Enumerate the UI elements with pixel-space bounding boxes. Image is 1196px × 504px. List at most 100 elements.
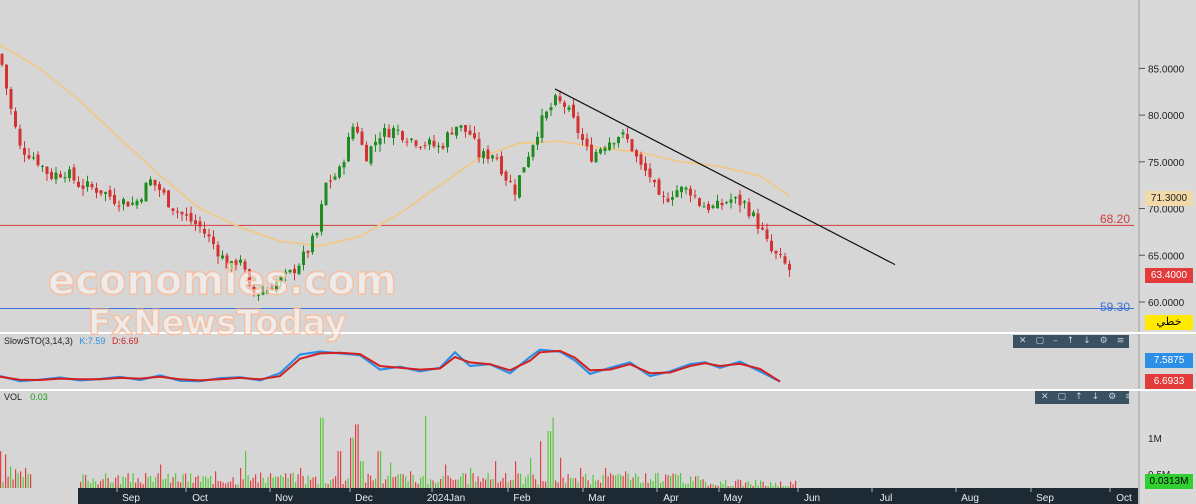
volume-name: VOL	[4, 392, 22, 402]
volume-bar	[635, 473, 637, 488]
volume-bar	[252, 477, 254, 488]
candle-body	[266, 289, 269, 295]
volume-bar	[447, 475, 449, 488]
more-icon[interactable]: ≡	[1125, 391, 1133, 404]
volume-bar	[147, 476, 149, 488]
candle-body	[446, 132, 449, 148]
candle-body	[216, 244, 220, 257]
volume-bar	[105, 473, 107, 488]
volume-bar	[240, 467, 242, 488]
volume-bar	[570, 477, 572, 488]
volume-bar	[735, 480, 737, 488]
volume-bar	[655, 473, 657, 488]
volume-bar	[732, 485, 734, 488]
volume-bar	[307, 475, 309, 488]
candle-body	[585, 138, 589, 147]
volume-bar	[505, 473, 507, 488]
volume-bar	[95, 481, 97, 488]
settings-icon[interactable]: ⚙	[1100, 335, 1108, 348]
x-tick-label: Sep	[122, 493, 140, 504]
close-icon[interactable]: ✕	[1041, 391, 1049, 404]
candle-body	[81, 185, 85, 189]
volume-bar	[157, 473, 159, 488]
volume-bar	[160, 464, 162, 488]
volume-bar	[427, 483, 429, 488]
x-tick-label: Jun	[804, 493, 820, 504]
chart-type-tag[interactable]: خطي	[1145, 315, 1193, 330]
volume-bar	[682, 482, 684, 488]
volume-bar	[547, 431, 549, 488]
candle-body	[518, 175, 521, 198]
candle-body	[234, 260, 238, 265]
candle-body	[653, 179, 656, 183]
volume-bar	[225, 483, 227, 488]
volume-bar	[497, 482, 499, 488]
candle-body	[5, 64, 8, 89]
candle-body	[747, 202, 751, 217]
volume-bar	[520, 473, 522, 488]
volume-bar	[287, 477, 289, 488]
volume-bar	[677, 475, 679, 488]
volume-bar	[110, 482, 112, 488]
volume-bar	[380, 451, 382, 488]
volume-bar	[10, 466, 12, 488]
candle-body	[495, 157, 499, 159]
volume-bar	[85, 474, 87, 488]
more-icon[interactable]: ≡	[1117, 335, 1125, 348]
volume-bar	[702, 479, 704, 488]
volume-bar	[785, 485, 787, 488]
close-icon[interactable]: ✕	[1019, 335, 1027, 348]
candle-body	[329, 180, 332, 182]
candle-body	[500, 156, 503, 175]
volume-bar	[615, 475, 617, 488]
candle-body	[311, 235, 314, 253]
volume-bar	[692, 481, 694, 488]
volume-bar	[765, 485, 767, 488]
up-arrow-icon[interactable]: ↑	[1075, 391, 1083, 404]
volume-bar	[745, 482, 747, 488]
x-tick-label: Aug	[961, 493, 979, 504]
candle-body	[392, 127, 395, 139]
volume-bar	[372, 480, 374, 488]
candle-body	[545, 111, 548, 119]
volume-bar	[107, 477, 109, 488]
x-tick-label: Feb	[513, 493, 531, 504]
indicator-k-label: K:7.59	[79, 336, 106, 346]
volume-bar	[790, 481, 792, 488]
candle-body	[275, 281, 278, 292]
candle-body	[684, 187, 688, 190]
x-tick-label: Mar	[588, 493, 606, 504]
volume-bar	[365, 482, 367, 488]
up-arrow-icon[interactable]: ↑	[1067, 335, 1075, 348]
volume-bar	[270, 473, 272, 488]
volume-bar	[500, 480, 502, 488]
volume-bar	[350, 437, 352, 488]
volume-bar	[335, 476, 337, 488]
candle-body	[455, 126, 458, 136]
volume-toolbar[interactable]: ✕ ▢ ↑ ↓ ⚙ ≡	[1035, 391, 1133, 404]
box-icon[interactable]: ▢	[1036, 335, 1045, 348]
volume-bar	[647, 482, 649, 488]
minimize-icon[interactable]: –	[1053, 335, 1058, 348]
candle-body	[473, 133, 476, 139]
candle-body	[774, 250, 778, 254]
volume-bar	[242, 479, 244, 488]
indicator-toolbar[interactable]: ✕ ▢ – ↑ ↓ ⚙ ≡	[1013, 335, 1129, 348]
box-icon[interactable]: ▢	[1058, 391, 1067, 404]
down-arrow-icon[interactable]: ↓	[1083, 335, 1091, 348]
candle-body	[63, 177, 67, 179]
settings-icon[interactable]: ⚙	[1108, 391, 1116, 404]
volume-bar	[537, 484, 539, 488]
chart-background	[0, 0, 1196, 504]
volume-bar	[787, 485, 789, 488]
chart-svg: 85.0000 80.0000 75.0000 70.0000 65.0000 60.00…	[0, 0, 1196, 504]
volume-bar	[155, 477, 157, 488]
volume-bar	[82, 474, 84, 488]
volume-bar	[560, 457, 562, 488]
volume-bar	[430, 479, 432, 488]
volume-bar	[285, 473, 287, 488]
candle-body	[176, 211, 179, 213]
volume-bar	[522, 484, 524, 488]
volume-bar	[130, 481, 132, 488]
down-arrow-icon[interactable]: ↓	[1092, 391, 1100, 404]
